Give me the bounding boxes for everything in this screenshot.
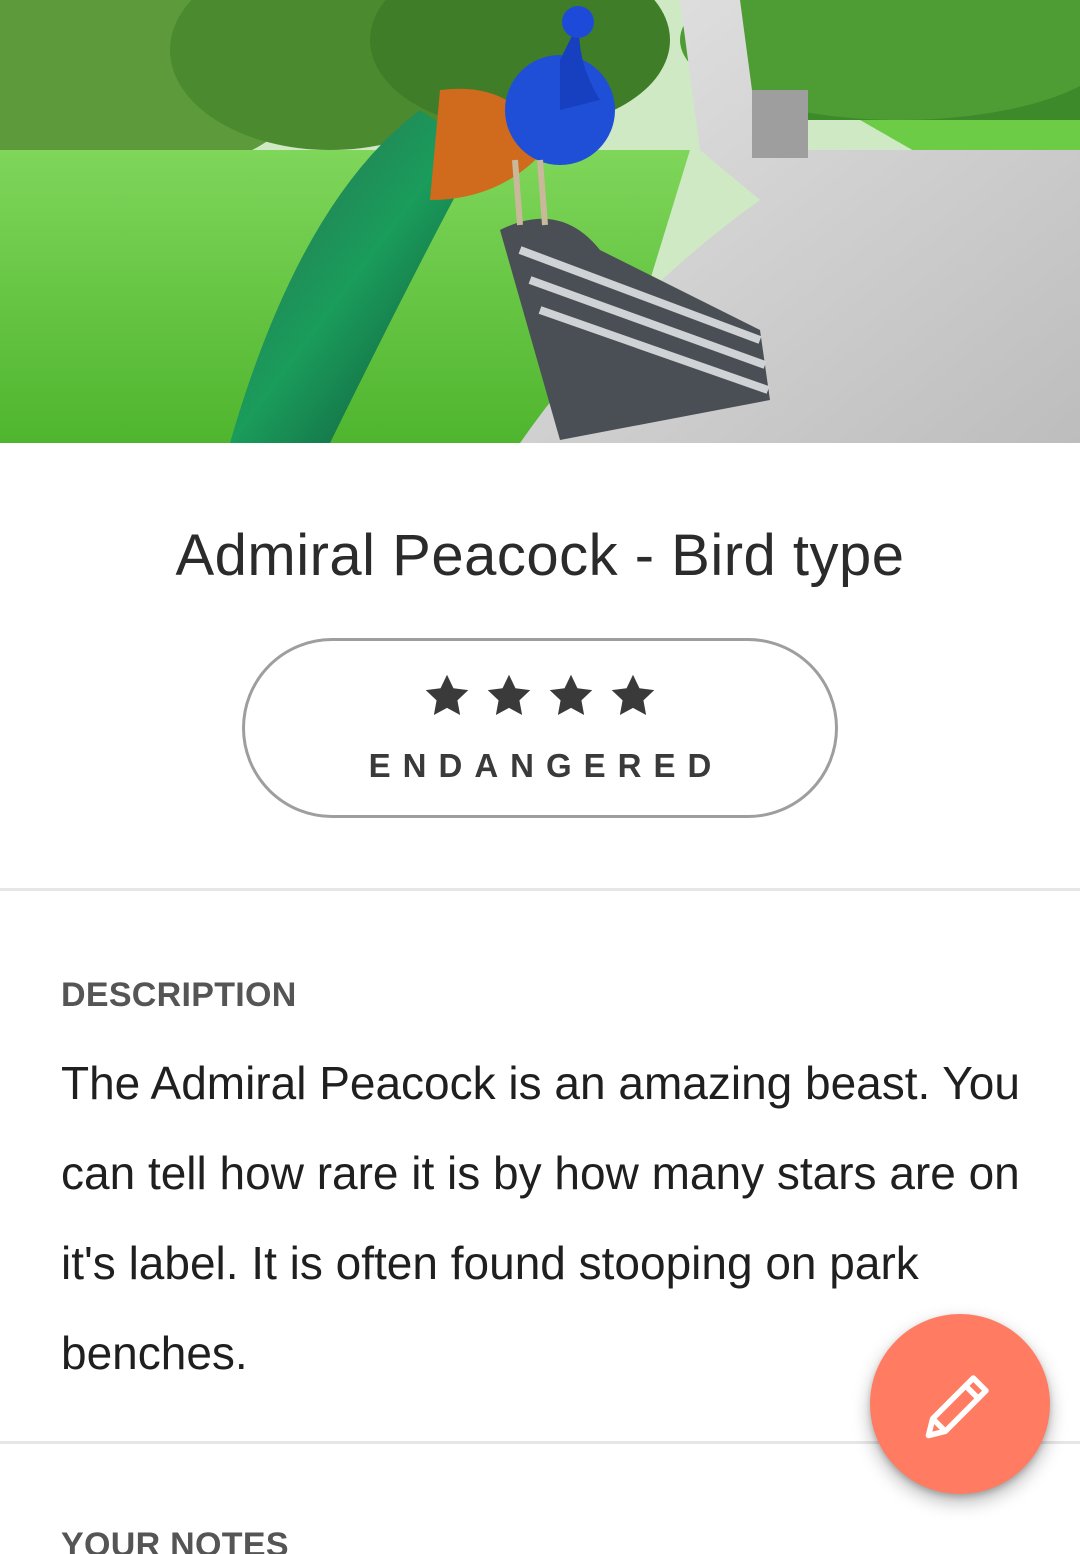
edit-notes-button[interactable] bbox=[870, 1314, 1050, 1494]
notes-heading: YOUR NOTES bbox=[61, 1526, 289, 1554]
status-label: ENDANGERED bbox=[368, 747, 724, 784]
pencil-icon bbox=[925, 1375, 989, 1439]
divider bbox=[0, 888, 1080, 891]
hero-image bbox=[0, 0, 1080, 443]
peacock-photo bbox=[0, 0, 1080, 443]
rarity-stars bbox=[245, 671, 835, 721]
creature-title: Admiral Peacock - Bird type bbox=[175, 523, 905, 588]
rarity-badge: ENDANGERED bbox=[242, 638, 838, 818]
star-icon bbox=[549, 674, 593, 715]
star-icon bbox=[425, 674, 469, 715]
star-icon bbox=[611, 674, 655, 715]
description-text: The Admiral Peacock is an amazing beast.… bbox=[61, 1057, 1020, 1379]
creature-detail-screen: Admiral Peacock - Bird type ENDANGERED D… bbox=[0, 0, 1080, 1554]
star-icon bbox=[487, 674, 531, 715]
description-heading: DESCRIPTION bbox=[61, 976, 297, 1014]
